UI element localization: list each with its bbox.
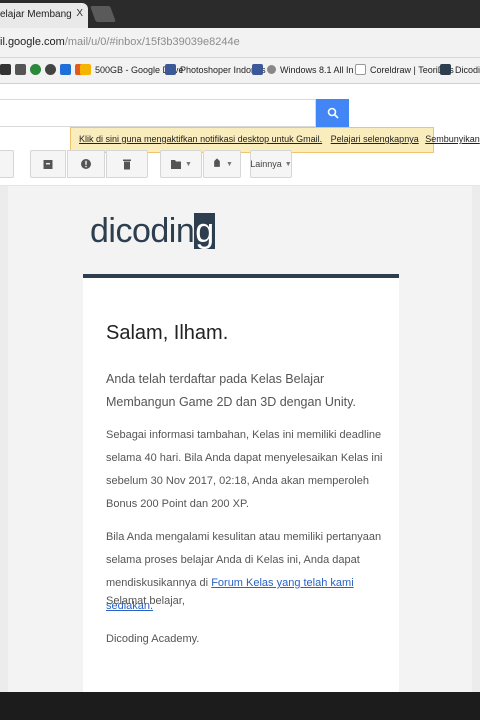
gmail-header: Klik di sini guna mengaktifkan notifikas… [0,84,480,186]
tab-close-button[interactable]: X [76,8,83,19]
delete-button[interactable] [106,150,148,178]
tab-bar: elajar Membangun Game X [0,0,480,28]
logo-text: dicodin [90,212,195,250]
url-text[interactable]: il.google.com/mail/u/0/#inbox/15f3b39039… [0,36,240,48]
trash-icon [123,159,131,170]
email-closing: Selamat belajar, [106,595,185,607]
dicoding-logo: dicoding [90,212,215,251]
email-greeting: Salam, Ilham. [106,322,229,344]
dicoding-icon [440,64,451,75]
url-path: /mail/u/0/#inbox/15f3b39039e8244e [64,36,240,48]
browser-tab[interactable]: elajar Membangun Game X [0,3,88,28]
search-icon [327,107,339,119]
report-spam-button[interactable] [67,150,105,178]
app-icon[interactable] [45,64,56,75]
search-button[interactable] [316,99,349,127]
more-button[interactable]: Lainnya ▼ [250,150,292,178]
bookmark-item[interactable]: Coreldraw | TeoriDes [355,64,454,75]
chevron-down-icon: ▼ [284,160,292,168]
app-icon[interactable] [60,64,71,75]
bookmarks-bar: 500GB - Google Drive Photoshoper Indones… [0,58,480,84]
new-tab-button[interactable] [90,6,116,22]
tab-title: elajar Membangun Game [0,9,72,20]
bookmark-icons[interactable] [0,64,90,75]
bookmark-label: Dicoding [455,64,480,75]
gear-icon [267,65,276,74]
enable-notifications-link[interactable]: Klik di sini guna mengaktifkan notifikas… [79,134,322,144]
app-icon[interactable] [30,64,41,75]
chevron-down-icon: ▼ [185,160,192,168]
back-button[interactable] [0,150,14,178]
email-signature: Dicoding Academy. [106,633,200,645]
labels-button[interactable]: ▼ [203,150,241,178]
email-card: Salam, Ilham. Anda telah terdaftar pada … [83,274,399,692]
page-icon [355,64,366,75]
logo-letter: g [194,212,215,250]
spam-icon [81,159,91,169]
app-icon[interactable] [15,64,26,75]
email-view: dicoding Salam, Ilham. Anda telah terdaf… [0,186,480,692]
bookmark-item[interactable]: Windows 8.1 All In O [252,64,363,75]
facebook-icon [165,64,176,75]
app-icon[interactable] [0,64,11,75]
bookmark-item[interactable]: Photoshoper Indones [165,64,266,75]
hide-notice-link[interactable]: Sembunyikan [425,134,480,144]
search-input[interactable] [0,99,316,127]
label-icon [214,158,220,167]
bookmark-label: Windows 8.1 All In O [280,64,364,75]
chevron-down-icon: ▼ [226,160,233,168]
email-paragraph: Sebagai informasi tambahan, Kelas ini me… [106,429,383,510]
taskbar [0,692,480,720]
archive-button[interactable] [30,150,66,178]
email-paragraph: Anda telah terdaftar pada Kelas Belajar … [106,372,356,409]
move-to-button[interactable]: ▼ [160,150,202,178]
learn-more-link[interactable]: Pelajari selengkapnya [331,134,419,144]
more-label: Lainnya [250,159,282,169]
folder-icon [171,159,182,169]
archive-icon [43,160,53,169]
bookmark-item[interactable]: Dicoding [440,64,480,75]
drive-icon [80,64,91,75]
url-domain: il.google.com [0,36,65,48]
facebook-icon [252,64,263,75]
address-bar[interactable]: il.google.com/mail/u/0/#inbox/15f3b39039… [0,28,480,58]
